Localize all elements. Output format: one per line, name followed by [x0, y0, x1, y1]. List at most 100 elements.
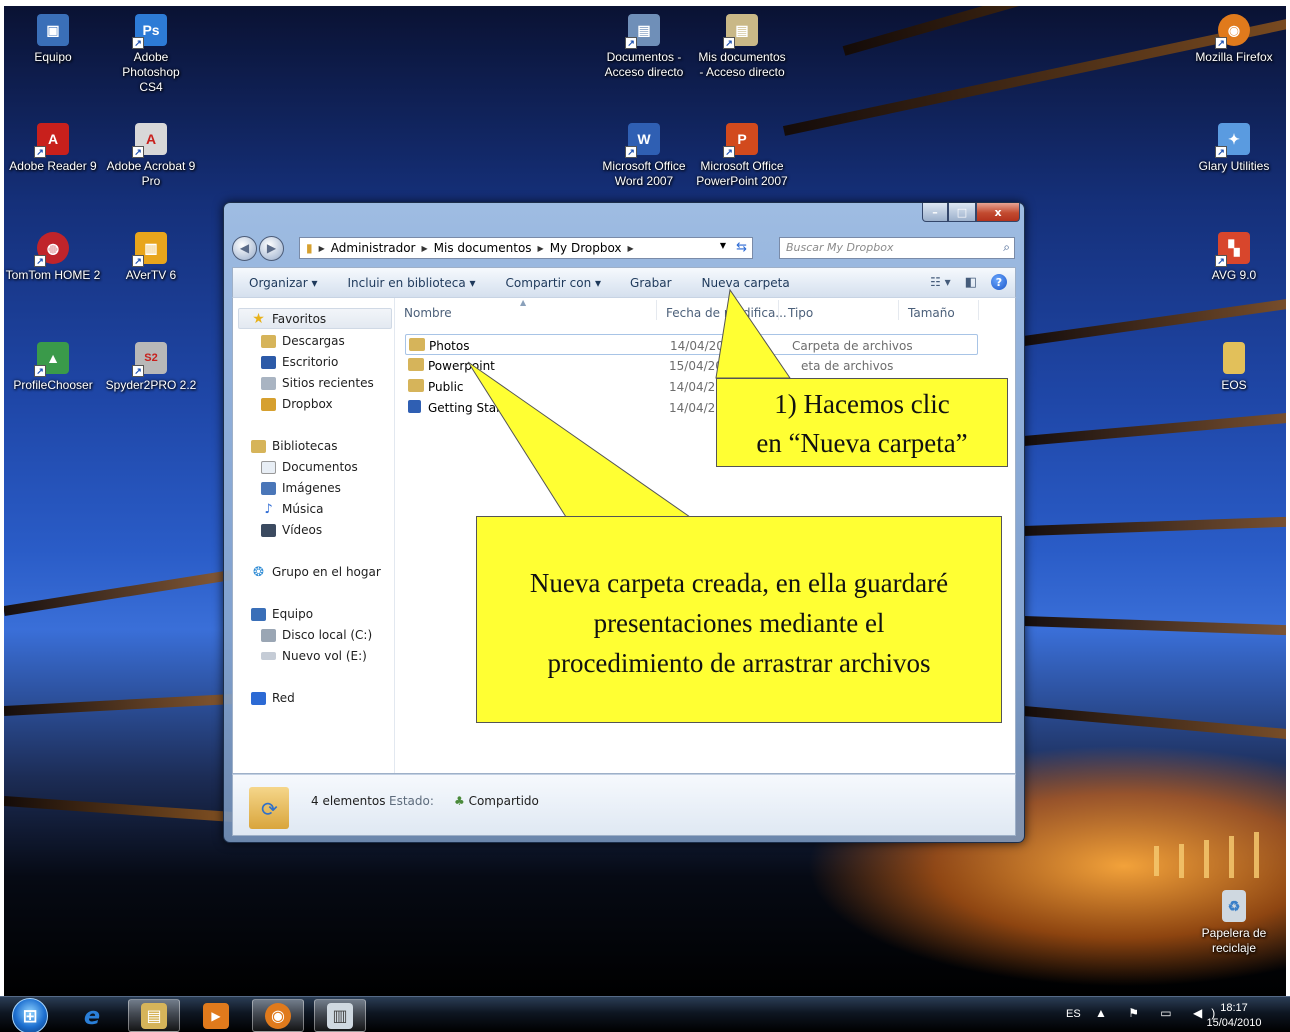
nav-label: Dropbox [282, 397, 333, 411]
chevron-down-icon[interactable]: ▼ [720, 241, 726, 250]
nav-dropbox[interactable]: Dropbox [261, 397, 333, 411]
preview-pane-icon[interactable]: ◧ [965, 275, 977, 290]
desktop-icon-documentos[interactable]: ▤ ↗ Documentos - Acceso directo [596, 14, 692, 80]
address-bar[interactable]: ▮ ▶ Administrador ▶ Mis documentos ▶ My … [299, 237, 753, 259]
glary-utilities-icon: ✦ ↗ [1215, 123, 1250, 158]
internet-explorer-icon: e [83, 1001, 101, 1030]
file-row-powerpoint[interactable]: Powerpoint 15/04/2010 16:5 eta de archiv… [405, 355, 978, 376]
nav-red[interactable]: Red [251, 691, 295, 705]
desktop-icon-adobe-acrobat[interactable]: A ↗ Adobe Acrobat 9 Pro [103, 123, 199, 189]
nav-equipo[interactable]: Equipo [251, 607, 313, 621]
desktop-icon-spyder[interactable]: S2 ↗ Spyder2PRO 2.2 [103, 342, 199, 393]
desktop-icon-word[interactable]: W ↗ Microsoft Office Word 2007 [596, 123, 692, 189]
desktop-icon-profilechooser[interactable]: ▲ ↗ ProfileChooser [5, 342, 101, 393]
desktop-icon-mis-documentos[interactable]: ▤ ↗ Mis documentos - Acceso directo [694, 14, 790, 80]
nav-sitios-recientes[interactable]: Sitios recientes [261, 376, 374, 390]
desktop-icon-tomtom[interactable]: ◍ ↗ TomTom HOME 2 [5, 232, 101, 283]
nav-descargas[interactable]: Descargas [261, 334, 345, 348]
taskbar-internet-explorer[interactable]: e [66, 999, 118, 1032]
taskbar-media-player[interactable]: ▶ [190, 999, 242, 1032]
nav-musica[interactable]: ♪ Música [261, 501, 323, 517]
desktop-icon-eos[interactable]: EOS [1186, 342, 1282, 393]
new-folder-button[interactable]: Nueva carpeta [702, 276, 790, 290]
file-type: Carpeta de archivos [792, 339, 913, 353]
media-player-icon: ▶ [203, 1002, 229, 1029]
close-button[interactable]: x [976, 203, 1020, 222]
shared-folder-icon [409, 338, 425, 351]
callout-text: en “Nueva carpeta” [756, 428, 968, 458]
column-header-date[interactable]: Fecha de modifica... [666, 306, 787, 320]
language-indicator[interactable]: ES [1066, 1008, 1081, 1020]
organize-button[interactable]: Organizar ▾ [249, 276, 318, 290]
bridge-beam [4, 796, 234, 823]
refresh-icon[interactable]: ⇆ [736, 240, 747, 255]
taskbar-windows-explorer[interactable]: ▤ [128, 999, 180, 1032]
file-row-photos[interactable]: Photos 14/04/2010 21 Carpeta de archivos [405, 334, 978, 355]
desktop-icon-firefox[interactable]: ◉ ↗ Mozilla Firefox [1186, 14, 1282, 65]
taskbar-firefox[interactable]: ◉ [252, 999, 304, 1032]
desktop-icon-glary[interactable]: ✦ ↗ Glary Utilities [1186, 123, 1282, 174]
powerpoint-icon: P ↗ [723, 123, 758, 158]
breadcrumb-mis-documentos[interactable]: Mis documentos [434, 241, 532, 255]
clock[interactable]: 18:17 15/04/2010 [1202, 1001, 1266, 1031]
nav-videos[interactable]: Vídeos [261, 523, 322, 537]
breadcrumb-my-dropbox[interactable]: My Dropbox [550, 241, 622, 255]
desktop-icon-avg[interactable]: ▚ ↗ AVG 9.0 [1186, 232, 1282, 283]
callout-text: Nueva carpeta creada, en ella guardaré [529, 568, 949, 598]
images-icon [261, 481, 276, 495]
desktop-icon-recycle-bin[interactable]: ♻ Papelera de reciclaje [1186, 890, 1282, 956]
bridge-beam [4, 693, 234, 716]
bridge-rib [1254, 832, 1259, 878]
nav-label: Sitios recientes [282, 376, 374, 390]
nav-grupo-hogar[interactable]: ❂ Grupo en el hogar [251, 565, 381, 580]
nav-disco-local[interactable]: Disco local (C:) [261, 628, 372, 642]
nav-favoritos[interactable]: ★ Favoritos [251, 311, 326, 327]
navigation-bar: ◀ ▶ ▮ ▶ Administrador ▶ Mis documentos ▶… [232, 235, 1016, 261]
start-button[interactable]: ⊞ [12, 998, 48, 1032]
nav-escritorio[interactable]: Escritorio [261, 355, 338, 369]
nav-label: Grupo en el hogar [272, 565, 381, 579]
column-header-type[interactable]: Tipo [788, 306, 813, 320]
word-document-icon [408, 400, 421, 413]
desktop-icon-photoshop[interactable]: Ps ↗ Adobe Photoshop CS4 [103, 14, 199, 95]
firefox-icon: ◉ ↗ [1215, 14, 1250, 49]
file-type: eta de archivos [801, 359, 894, 373]
desktop-icon-avertv[interactable]: ▥ ↗ AVerTV 6 [103, 232, 199, 283]
desktop-icon-label: AVG 9.0 [1211, 268, 1257, 282]
drive-icon [261, 652, 276, 660]
nav-documentos[interactable]: Documentos [261, 460, 358, 474]
desktop-icon-label: Glary Utilities [1198, 159, 1270, 173]
share-with-button[interactable]: Compartir con ▾ [506, 276, 601, 290]
maximize-button[interactable]: □ [948, 203, 976, 222]
forward-button[interactable]: ▶ [259, 235, 284, 261]
nav-imagenes[interactable]: Imágenes [261, 481, 341, 495]
back-button[interactable]: ◀ [232, 235, 257, 261]
bridge-beam [1023, 409, 1286, 446]
desktop-icon-label: Mozilla Firefox [1195, 50, 1273, 64]
column-header-size[interactable]: Tamaño [908, 306, 955, 320]
burn-button[interactable]: Grabar [630, 276, 672, 290]
command-bar: Organizar ▾ Incluir en biblioteca ▾ Comp… [232, 267, 1016, 297]
breadcrumb-administrador[interactable]: Administrador [331, 241, 416, 255]
minimize-button[interactable]: – [922, 203, 948, 222]
nav-nuevo-vol[interactable]: Nuevo vol (E:) [261, 649, 367, 663]
music-icon: ♪ [264, 501, 273, 517]
search-icon[interactable]: ⌕ [1003, 240, 1010, 255]
tomtom-icon: ◍ ↗ [34, 232, 69, 267]
firefox-icon: ◉ [265, 1002, 291, 1029]
downloads-icon [261, 334, 276, 348]
taskbar-notes[interactable]: ▥ [314, 999, 366, 1032]
desktop-icon-powerpoint[interactable]: P ↗ Microsoft Office PowerPoint 2007 [694, 123, 790, 189]
nav-bibliotecas[interactable]: Bibliotecas [251, 439, 337, 453]
desktop-icon-equipo[interactable]: ▣ Equipo [5, 14, 101, 65]
nav-label: Disco local (C:) [282, 628, 373, 642]
clock-time: 18:17 [1220, 1002, 1248, 1014]
desktop-icon-label: Documentos - Acceso directo [604, 50, 684, 79]
desktop-icon-adobe-reader[interactable]: A ↗ Adobe Reader 9 [5, 123, 101, 174]
bridge-beam [1023, 616, 1286, 637]
view-options-icon[interactable]: ☷ ▾ [930, 275, 951, 289]
include-in-library-button[interactable]: Incluir en biblioteca ▾ [348, 276, 476, 290]
search-input[interactable]: Buscar My Dropbox ⌕ [779, 237, 1015, 259]
help-icon[interactable]: ? [991, 274, 1007, 290]
column-header-name[interactable]: Nombre [404, 306, 452, 320]
